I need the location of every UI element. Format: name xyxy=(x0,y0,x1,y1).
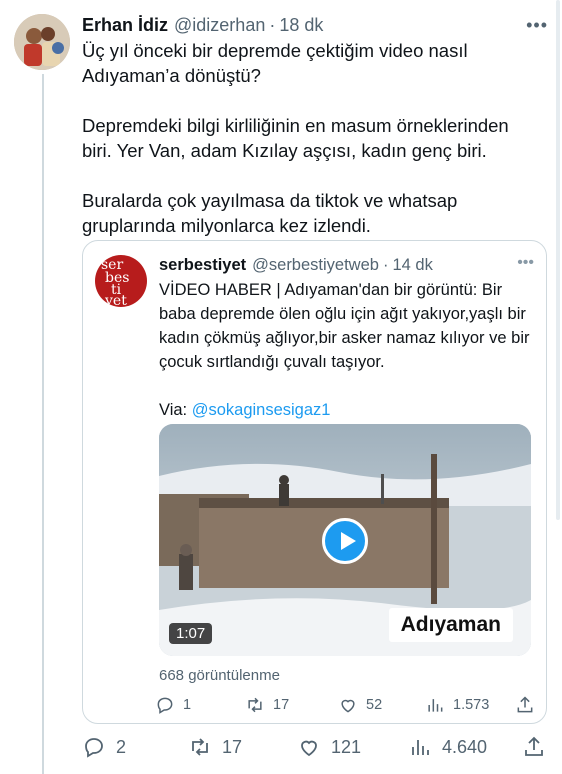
quote-share-button[interactable] xyxy=(515,693,543,717)
quote-header: serbestiyet @serbestiyetweb · 14 dk ••• xyxy=(159,253,534,277)
tweet-paragraph: Depremdeki bilgi kirliliğinin en masum ö… xyxy=(82,115,509,161)
separator: · xyxy=(382,255,389,274)
retweet-count: 17 xyxy=(273,697,290,713)
share-icon xyxy=(517,696,533,713)
share-icon xyxy=(525,736,543,756)
share-button[interactable] xyxy=(522,733,556,761)
reply-icon xyxy=(157,697,173,714)
retweet-icon xyxy=(192,738,208,756)
views-count: 1.573 xyxy=(453,697,490,713)
quoted-tweet[interactable]: ser bes ti yet serbestiyet @serbestiyetw… xyxy=(82,240,547,724)
tweet-paragraph: Üç yıl önceki bir depremde çektiğim vide… xyxy=(82,40,468,86)
quote-avatar[interactable]: ser bes ti yet xyxy=(95,255,147,307)
tweet-text: Üç yıl önceki bir depremde çektiğim vide… xyxy=(82,38,542,238)
avatar[interactable] xyxy=(14,14,70,70)
reply-icon xyxy=(85,738,103,758)
author-name[interactable]: Erhan İdiz xyxy=(82,15,168,36)
quote-timestamp[interactable]: 14 dk xyxy=(392,256,432,275)
video-duration: 1:07 xyxy=(169,623,213,644)
like-icon xyxy=(301,740,317,757)
views-icon xyxy=(428,699,443,712)
quote-retweet-button[interactable]: 17 xyxy=(245,693,289,717)
separator: · xyxy=(269,14,276,35)
quote-like-button[interactable]: 52 xyxy=(338,693,382,717)
reply-count: 1 xyxy=(183,697,192,713)
quote-author-handle[interactable]: @serbestiyetweb xyxy=(252,256,379,275)
video-player[interactable]: 1:07 Adıyaman xyxy=(159,424,531,656)
like-count: 121 xyxy=(331,736,362,757)
tweet-action-bar: 2 17 121 4.640 xyxy=(82,733,552,761)
quote-view-count: 668 görüntülenme xyxy=(159,667,280,684)
author-handle[interactable]: @idizerhan xyxy=(174,15,265,36)
views-icon xyxy=(412,740,429,755)
more-icon[interactable]: ••• xyxy=(517,254,534,272)
retweet-icon xyxy=(248,697,262,713)
quote-text: VİDEO HABER | Adıyaman'dan bir görüntü: … xyxy=(159,278,537,422)
scrollbar[interactable] xyxy=(556,0,560,520)
reply-count: 2 xyxy=(116,736,127,757)
quote-via: Via: @sokaginsesigaz1 xyxy=(159,398,537,422)
play-icon[interactable] xyxy=(322,518,368,564)
views-button[interactable]: 4.640 xyxy=(408,733,487,761)
like-count: 52 xyxy=(366,697,383,713)
via-label: Via: xyxy=(159,401,192,419)
quote-action-bar: 1 17 52 1.573 xyxy=(155,693,536,717)
via-link[interactable]: @sokaginsesigaz1 xyxy=(192,401,331,419)
retweet-button[interactable]: 17 xyxy=(188,733,242,761)
quote-body: VİDEO HABER | Adıyaman'dan bir görüntü: … xyxy=(159,281,530,371)
avatar-photo xyxy=(14,14,70,70)
tweet-header: Erhan İdiz @idizerhan · 18 dk ••• xyxy=(82,13,548,37)
thread-line xyxy=(42,74,44,774)
video-caption-label: Adıyaman xyxy=(388,608,513,642)
like-icon xyxy=(341,699,355,713)
avatar-logo-text: yet xyxy=(105,293,127,307)
timestamp[interactable]: 18 dk xyxy=(279,15,323,36)
quote-author-name[interactable]: serbestiyet xyxy=(159,256,246,275)
reply-button[interactable]: 2 xyxy=(82,733,126,761)
like-button[interactable]: 121 xyxy=(297,733,361,761)
retweet-count: 17 xyxy=(222,736,243,757)
quote-views-button[interactable]: 1.573 xyxy=(425,693,489,717)
quote-reply-button[interactable]: 1 xyxy=(155,693,191,717)
more-icon[interactable]: ••• xyxy=(526,15,548,36)
tweet-paragraph: Buralarda çok yayılmasa da tiktok ve wha… xyxy=(82,190,458,236)
views-count: 4.640 xyxy=(442,736,488,757)
